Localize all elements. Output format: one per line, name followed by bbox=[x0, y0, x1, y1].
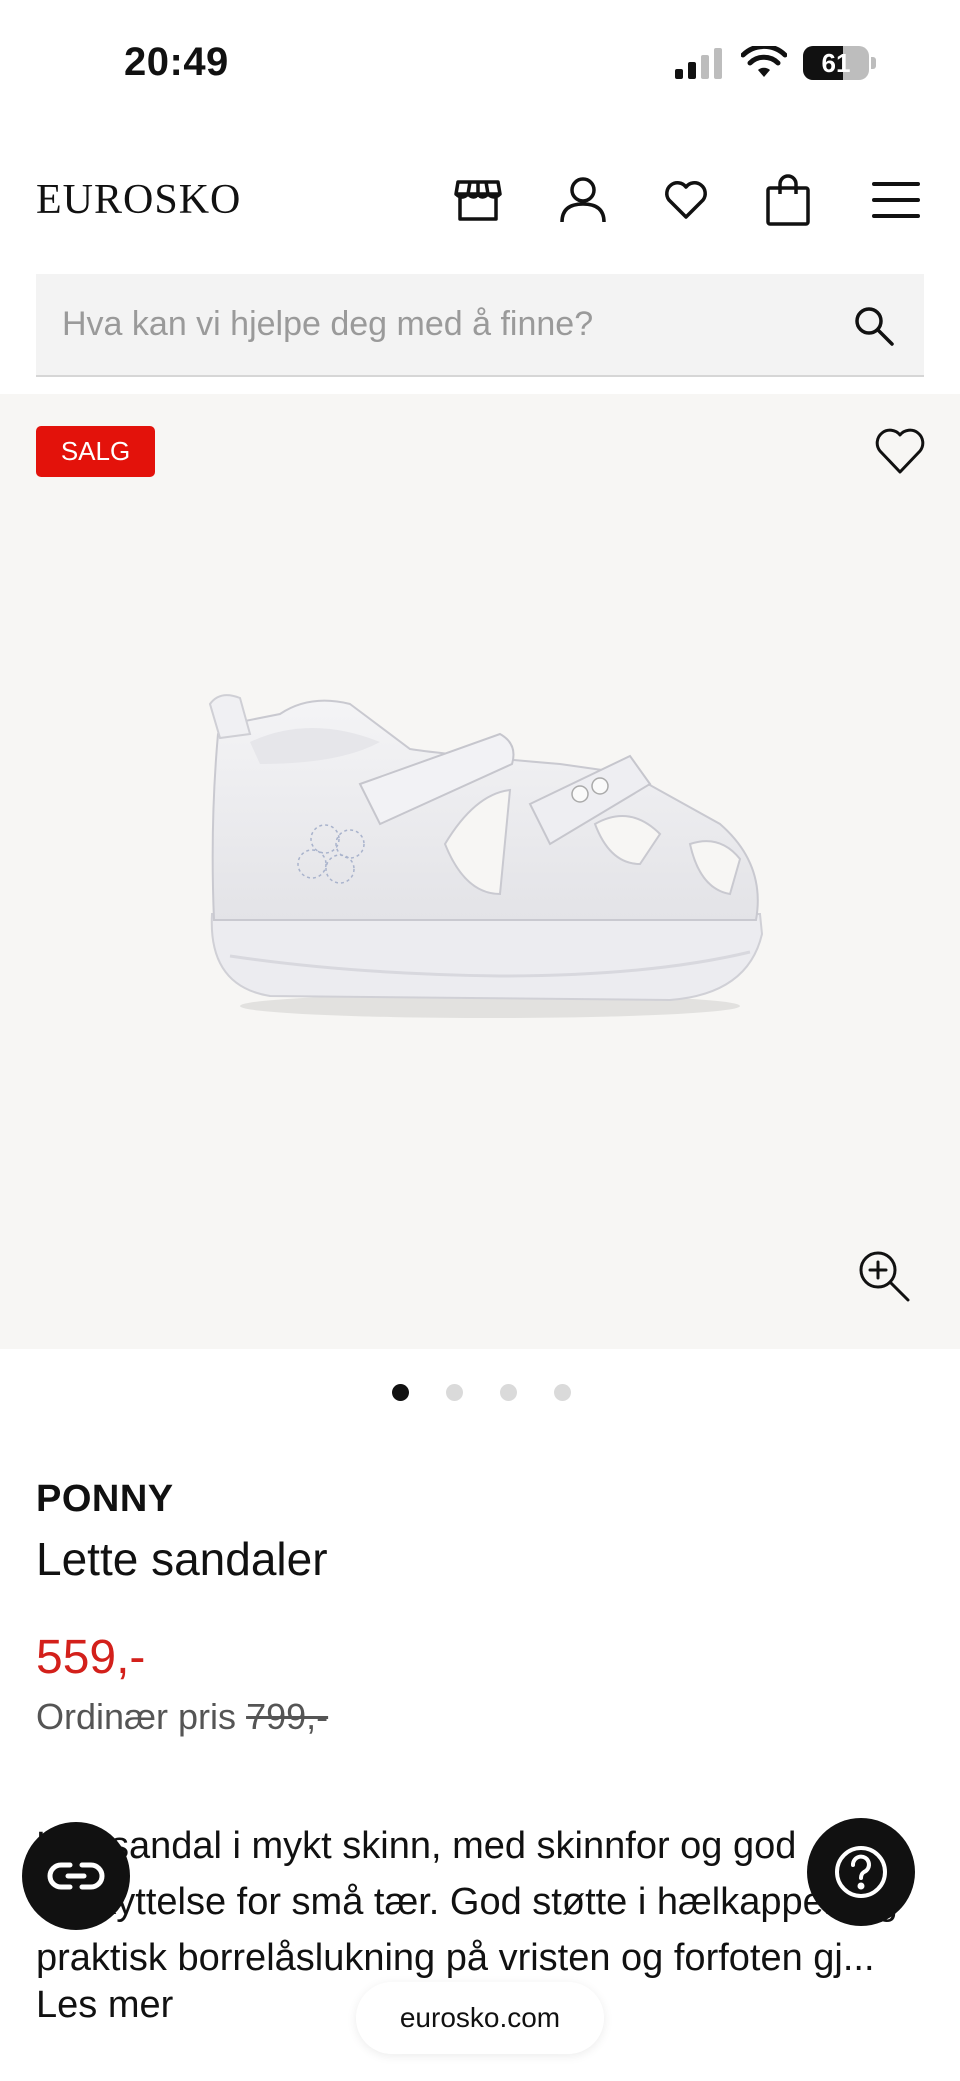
search-bar bbox=[36, 274, 924, 377]
link-icon bbox=[47, 1862, 105, 1890]
store-icon[interactable] bbox=[450, 172, 506, 228]
cart-icon[interactable] bbox=[760, 172, 816, 228]
product-brand[interactable]: PONNY bbox=[36, 1478, 174, 1521]
product-title: Lette sandaler bbox=[36, 1533, 328, 1585]
eurosko-logo[interactable]: EUROSKO bbox=[36, 176, 241, 224]
account-icon[interactable] bbox=[555, 172, 611, 228]
signal-icon bbox=[675, 48, 722, 79]
gallery-dot[interactable] bbox=[499, 1384, 517, 1401]
original-price: Ordinær pris 799,- bbox=[36, 1696, 328, 1738]
reader-toggle-button[interactable] bbox=[22, 1822, 130, 1930]
browser-url-bar[interactable]: eurosko.com bbox=[356, 1982, 604, 2054]
gallery-dot[interactable] bbox=[553, 1384, 571, 1401]
help-button[interactable] bbox=[807, 1818, 915, 1926]
product-gallery[interactable]: SALG bbox=[0, 394, 960, 1349]
favorite-heart-icon[interactable] bbox=[874, 426, 926, 478]
search-input[interactable] bbox=[62, 274, 842, 374]
search-icon[interactable] bbox=[852, 304, 896, 348]
wifi-icon bbox=[741, 46, 787, 77]
original-price-value: 799,- bbox=[246, 1696, 329, 1737]
gallery-pagination bbox=[0, 1384, 960, 1401]
status-time: 20:49 bbox=[124, 40, 229, 84]
product-image-sandal[interactable] bbox=[200, 694, 770, 1024]
status-bar: 20:49 61 bbox=[0, 0, 960, 130]
read-more-link[interactable]: Les mer bbox=[36, 1984, 173, 2027]
sale-price: 559,- bbox=[36, 1631, 146, 1684]
battery-icon: 61 bbox=[803, 46, 869, 80]
site-header: EUROSKO bbox=[0, 160, 960, 240]
gallery-dot[interactable] bbox=[391, 1384, 409, 1401]
help-icon bbox=[835, 1846, 887, 1898]
original-price-label: Ordinær pris bbox=[36, 1696, 237, 1737]
sale-badge: SALG bbox=[36, 426, 155, 477]
battery-level: 61 bbox=[821, 48, 851, 78]
battery-cap bbox=[871, 57, 876, 69]
menu-icon[interactable] bbox=[868, 172, 924, 228]
status-icons: 61 bbox=[673, 46, 876, 80]
wishlist-icon[interactable] bbox=[658, 172, 714, 228]
zoom-icon[interactable] bbox=[856, 1248, 912, 1304]
product-description: Lett sandal i mykt skinn, med skinnfor o… bbox=[36, 1825, 898, 1979]
gallery-dot[interactable] bbox=[445, 1384, 463, 1401]
